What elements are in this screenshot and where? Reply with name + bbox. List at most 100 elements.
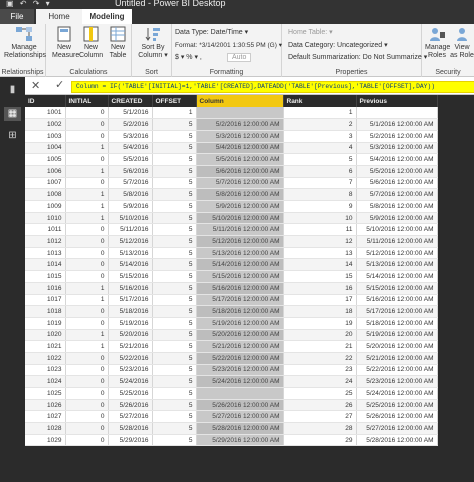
cell-created[interactable]: 5/25/2016 xyxy=(108,387,153,400)
cell-id[interactable]: 1012 xyxy=(25,235,66,248)
cell-id[interactable]: 1018 xyxy=(25,305,66,318)
cell-offset[interactable]: 5 xyxy=(152,188,197,201)
cell-rank[interactable]: 18 xyxy=(283,305,357,318)
cell-initial[interactable]: 1 xyxy=(65,282,109,295)
currency-percent-controls[interactable]: $ ▾ % ▾ , xyxy=(175,53,202,61)
cell-column[interactable]: 5/23/2016 12:00:00 AM xyxy=(196,364,284,377)
cell-previous[interactable]: 5/10/2016 12:00:00 AM xyxy=(356,223,438,237)
cell-offset[interactable]: 5 xyxy=(152,399,197,412)
cell-created[interactable]: 5/3/2016 xyxy=(108,130,153,143)
cell-offset[interactable]: 5 xyxy=(152,270,197,283)
cell-id[interactable]: 1020 xyxy=(25,329,66,342)
cell-rank[interactable]: 1 xyxy=(283,107,357,120)
cell-column[interactable]: 5/13/2016 12:00:00 AM xyxy=(196,247,284,260)
cell-rank[interactable]: 2 xyxy=(283,118,357,131)
tab-modeling[interactable]: Modeling xyxy=(82,9,132,24)
cell-initial[interactable]: 1 xyxy=(65,188,109,201)
cell-rank[interactable]: 17 xyxy=(283,294,357,307)
cell-previous[interactable]: 5/7/2016 12:00:00 AM xyxy=(356,188,438,201)
cell-column[interactable] xyxy=(196,107,284,120)
cell-offset[interactable]: 5 xyxy=(152,235,197,248)
cell-initial[interactable]: 1 xyxy=(65,200,109,213)
cell-offset[interactable]: 5 xyxy=(152,165,197,178)
cell-previous[interactable]: 5/12/2016 12:00:00 AM xyxy=(356,247,438,260)
cell-offset[interactable]: 5 xyxy=(152,422,197,435)
cell-column[interactable]: 5/17/2016 12:00:00 AM xyxy=(196,294,284,307)
cell-created[interactable]: 5/6/2016 xyxy=(108,165,153,178)
cell-offset[interactable]: 5 xyxy=(152,317,197,330)
cell-created[interactable]: 5/8/2016 xyxy=(108,188,153,201)
cell-previous[interactable]: 5/2/2016 12:00:00 AM xyxy=(356,130,438,143)
cell-previous[interactable]: 5/4/2016 12:00:00 AM xyxy=(356,153,438,166)
new-measure-button[interactable]: New Measure xyxy=(52,26,79,60)
cell-rank[interactable]: 12 xyxy=(283,235,357,248)
cell-id[interactable]: 1005 xyxy=(25,153,66,166)
cell-created[interactable]: 5/5/2016 xyxy=(108,153,153,166)
cell-column[interactable]: 5/8/2016 12:00:00 AM xyxy=(196,188,284,201)
cell-offset[interactable]: 5 xyxy=(152,387,197,400)
cell-rank[interactable]: 3 xyxy=(283,130,357,143)
cell-column[interactable]: 5/27/2016 12:00:00 AM xyxy=(196,410,284,424)
data-type-dropdown[interactable]: Data Type: Date/Time ▾ xyxy=(175,28,248,36)
cell-created[interactable]: 5/7/2016 xyxy=(108,177,153,190)
cell-id[interactable]: 1004 xyxy=(25,142,66,155)
cell-offset[interactable]: 5 xyxy=(152,200,197,213)
cell-id[interactable]: 1006 xyxy=(25,165,66,178)
decimal-places-input[interactable]: Auto xyxy=(227,53,252,62)
cell-previous[interactable]: 5/11/2016 12:00:00 AM xyxy=(356,235,438,248)
cell-created[interactable]: 5/11/2016 xyxy=(108,223,153,237)
column-header-created[interactable]: CREATED xyxy=(108,95,153,107)
cell-rank[interactable]: 27 xyxy=(283,410,357,424)
cell-created[interactable]: 5/1/2016 xyxy=(108,107,153,120)
cell-column[interactable]: 5/9/2016 12:00:00 AM xyxy=(196,200,284,213)
cell-rank[interactable]: 10 xyxy=(283,212,357,225)
cell-id[interactable]: 1027 xyxy=(25,410,66,424)
cell-created[interactable]: 5/4/2016 xyxy=(108,142,153,155)
cell-previous[interactable]: 5/15/2016 12:00:00 AM xyxy=(356,282,438,295)
cell-initial[interactable]: 0 xyxy=(65,118,109,131)
default-summarization-dropdown[interactable]: Default Summarization: Do Not Summarize … xyxy=(288,53,427,61)
cell-created[interactable]: 5/24/2016 xyxy=(108,375,153,388)
cell-column[interactable]: 5/2/2016 12:00:00 AM xyxy=(196,118,284,131)
cell-created[interactable]: 5/15/2016 xyxy=(108,270,153,283)
cell-id[interactable]: 1010 xyxy=(25,212,66,225)
tab-home[interactable]: Home xyxy=(36,9,82,24)
cell-initial[interactable]: 0 xyxy=(65,364,109,377)
tab-file[interactable]: File xyxy=(0,9,34,24)
cell-rank[interactable]: 23 xyxy=(283,364,357,377)
cell-id[interactable]: 1019 xyxy=(25,317,66,330)
cell-previous[interactable]: 5/25/2016 12:00:00 AM xyxy=(356,399,438,412)
cell-created[interactable]: 5/2/2016 xyxy=(108,118,153,131)
cell-previous[interactable]: 5/8/2016 12:00:00 AM xyxy=(356,200,438,213)
cell-initial[interactable]: 1 xyxy=(65,340,109,353)
cell-created[interactable]: 5/23/2016 xyxy=(108,364,153,377)
cell-previous[interactable]: 5/17/2016 12:00:00 AM xyxy=(356,305,438,318)
cell-offset[interactable]: 5 xyxy=(152,364,197,377)
cell-offset[interactable]: 5 xyxy=(152,247,197,260)
cell-initial[interactable]: 0 xyxy=(65,258,109,272)
cell-created[interactable]: 5/10/2016 xyxy=(108,212,153,225)
cell-initial[interactable]: 1 xyxy=(65,329,109,342)
cell-id[interactable]: 1017 xyxy=(25,294,66,307)
cell-initial[interactable]: 0 xyxy=(65,352,109,365)
cell-id[interactable]: 1026 xyxy=(25,399,66,412)
cell-previous[interactable]: 5/5/2016 12:00:00 AM xyxy=(356,165,438,178)
cell-previous[interactable]: 5/22/2016 12:00:00 AM xyxy=(356,364,438,377)
cell-previous[interactable] xyxy=(356,107,438,120)
cell-created[interactable]: 5/22/2016 xyxy=(108,352,153,365)
cell-column[interactable]: 5/16/2016 12:00:00 AM xyxy=(196,282,284,295)
cell-initial[interactable]: 0 xyxy=(65,270,109,283)
cell-offset[interactable]: 5 xyxy=(152,410,197,424)
cell-previous[interactable]: 5/1/2016 12:00:00 AM xyxy=(356,118,438,131)
cell-initial[interactable]: 1 xyxy=(65,165,109,178)
cell-id[interactable]: 1015 xyxy=(25,270,66,283)
cell-previous[interactable]: 5/19/2016 12:00:00 AM xyxy=(356,329,438,342)
cell-offset[interactable]: 5 xyxy=(152,434,197,447)
cell-rank[interactable]: 8 xyxy=(283,188,357,201)
cell-rank[interactable]: 5 xyxy=(283,153,357,166)
cell-offset[interactable]: 5 xyxy=(152,153,197,166)
format-dropdown[interactable]: Format: *3/14/2001 1:30:55 PM (G) ▾ xyxy=(175,41,282,49)
cell-rank[interactable]: 9 xyxy=(283,200,357,213)
cell-rank[interactable]: 28 xyxy=(283,422,357,435)
cell-offset[interactable]: 5 xyxy=(152,223,197,237)
